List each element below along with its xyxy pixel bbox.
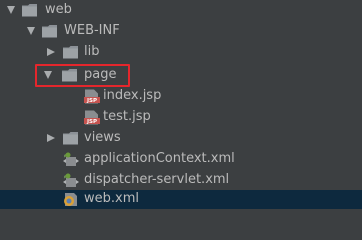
tree-row-lib[interactable]: lib <box>0 42 362 63</box>
jsp-file-icon: JSP <box>84 89 100 104</box>
folder-icon <box>22 4 37 17</box>
tree-row-dispatcher-servlet-xml[interactable]: dispatcher-servlet.xml <box>0 170 362 191</box>
tree-label: applicationContext.xml <box>84 151 235 166</box>
tree-row-web-xml[interactable]: web.xml <box>0 190 362 209</box>
tree-row-test-jsp[interactable]: JSP test.jsp <box>0 107 362 128</box>
tree-row-applicationcontext-xml[interactable]: applicationContext.xml <box>0 149 362 170</box>
jsp-badge: JSP <box>86 98 97 104</box>
chevron-right-icon[interactable] <box>47 134 55 142</box>
folder-icon <box>63 46 78 59</box>
tree-label: web <box>45 2 72 17</box>
folder-icon <box>42 25 57 38</box>
tree-label: dispatcher-servlet.xml <box>84 172 230 187</box>
highlight-box <box>35 64 130 87</box>
chevron-right-icon[interactable] <box>47 48 55 56</box>
spring-xml-file-icon <box>63 173 79 187</box>
tree-row-index-jsp[interactable]: JSP index.jsp <box>0 86 362 107</box>
tree-label: views <box>84 130 121 145</box>
jsp-file-icon: JSP <box>84 110 100 125</box>
project-tree: web WEB-INF lib page JSP index.jsp JSP t… <box>0 0 362 209</box>
spring-xml-file-icon <box>63 152 79 166</box>
tree-label: lib <box>84 44 100 59</box>
tree-label: WEB-INF <box>64 23 120 38</box>
tree-row-views[interactable]: views <box>0 128 362 149</box>
tree-row-web[interactable]: web <box>0 0 362 21</box>
tree-label: index.jsp <box>103 88 162 103</box>
tree-row-web-inf[interactable]: WEB-INF <box>0 21 362 42</box>
chevron-down-icon[interactable] <box>7 6 15 14</box>
tree-label: test.jsp <box>103 109 151 124</box>
web-xml-file-icon <box>64 193 77 206</box>
jsp-badge: JSP <box>86 119 97 125</box>
chevron-down-icon[interactable] <box>27 27 35 35</box>
tree-label: web.xml <box>84 191 139 206</box>
folder-icon <box>63 132 78 145</box>
